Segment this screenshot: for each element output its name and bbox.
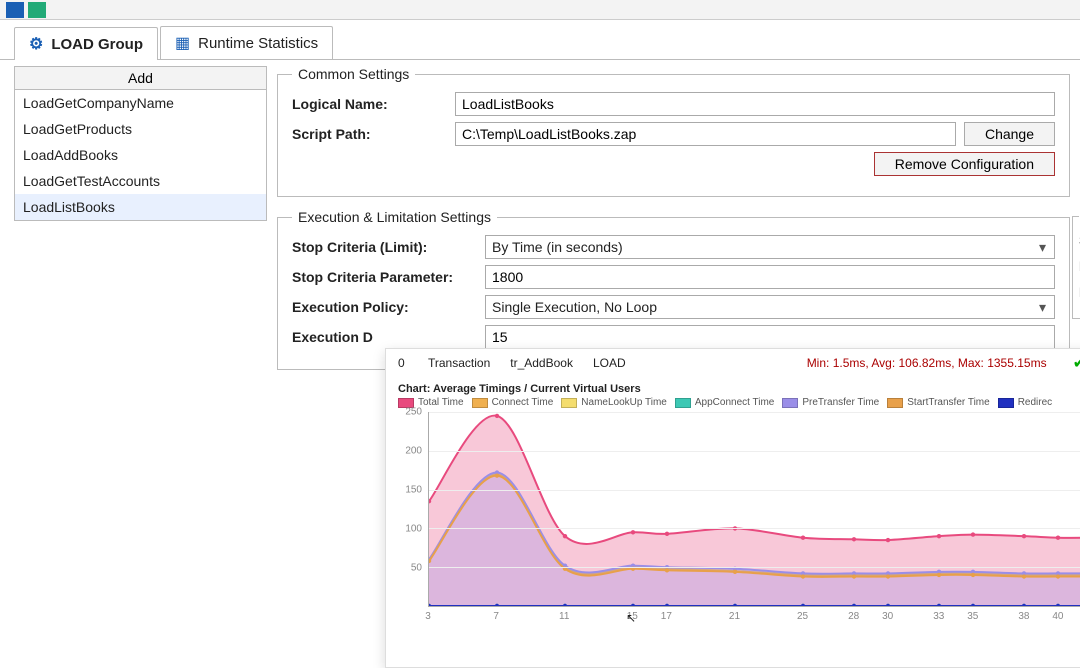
stop-param-input[interactable] <box>485 265 1055 289</box>
x-tick: 3 <box>425 611 431 622</box>
x-tick: 35 <box>967 611 978 622</box>
mouse-cursor-icon: ↖ <box>626 611 636 625</box>
y-tick: 250 <box>405 407 422 418</box>
x-tick: 25 <box>797 611 808 622</box>
legend-swatch <box>675 398 691 408</box>
x-tick: 11 <box>559 611 569 622</box>
toolbar-button[interactable] <box>6 2 24 18</box>
x-tick: 33 <box>933 611 944 622</box>
x-tick: 7 <box>493 611 499 622</box>
legend-item[interactable]: Connect Time <box>472 397 554 408</box>
y-tick: 100 <box>405 524 422 535</box>
row-index: 0 <box>398 356 408 370</box>
legend-swatch <box>472 398 488 408</box>
x-tick: 38 <box>1018 611 1029 622</box>
check-icon: ✔ <box>1067 353 1080 373</box>
legend-item[interactable]: PreTransfer Time <box>782 397 879 408</box>
stop-param-label: Stop Criteria Parameter: <box>292 269 477 285</box>
y-tick: 150 <box>405 485 422 496</box>
common-settings-group: Common Settings Logical Name: Script Pat… <box>277 66 1070 197</box>
legend-item[interactable]: NameLookUp Time <box>561 397 667 408</box>
legend-label: Total Time <box>418 397 464 408</box>
chart-row-header: 0 Transaction tr_AddBook LOAD Min: 1.5ms… <box>386 349 1080 377</box>
list-item[interactable]: LoadAddBooks <box>15 142 266 168</box>
transaction-name: tr_AddBook <box>510 356 573 370</box>
y-tick: 50 <box>411 563 422 574</box>
y-tick: 200 <box>405 446 422 457</box>
legend-label: StartTransfer Time <box>907 397 989 408</box>
tab-load-group[interactable]: ⚙ LOAD Group <box>14 27 158 60</box>
list-item[interactable]: LoadGetTestAccounts <box>15 168 266 194</box>
legend-swatch <box>782 398 798 408</box>
legend-item[interactable]: AppConnect Time <box>675 397 775 408</box>
legend-swatch <box>561 398 577 408</box>
x-tick: 40 <box>1052 611 1063 622</box>
x-tick: 21 <box>729 611 740 622</box>
remove-config-button[interactable]: Remove Configuration <box>874 152 1055 176</box>
grid-icon: ▦ <box>175 33 190 53</box>
script-path-label: Script Path: <box>292 126 447 142</box>
script-path-input[interactable] <box>455 122 956 146</box>
execution-settings-group: Execution & Limitation Settings Stop Cri… <box>277 209 1070 370</box>
logical-name-input[interactable] <box>455 92 1055 116</box>
load-gen-group: Load Ge Strategy Initial Vi Increme <box>1072 208 1080 319</box>
group-legend: Execution & Limitation Settings <box>292 209 497 225</box>
legend-label: Connect Time <box>492 397 554 408</box>
x-tick: 30 <box>882 611 893 622</box>
legend-label: PreTransfer Time <box>802 397 879 408</box>
tab-bar: ⚙ LOAD Group ▦ Runtime Statistics <box>0 20 1080 60</box>
stop-criteria-label: Stop Criteria (Limit): <box>292 239 477 255</box>
legend-swatch <box>998 398 1014 408</box>
stop-criteria-select[interactable]: By Time (in seconds) <box>485 235 1055 259</box>
add-button[interactable]: Add <box>14 66 267 90</box>
timing-stats: Min: 1.5ms, Avg: 106.82ms, Max: 1355.15m… <box>807 356 1047 370</box>
exec-policy-label: Execution Policy: <box>292 299 477 315</box>
list-item[interactable]: LoadGetCompanyName <box>15 90 266 116</box>
group-legend: Common Settings <box>292 66 415 82</box>
exec-delay-label: Execution D <box>292 329 477 345</box>
change-button[interactable]: Change <box>964 122 1055 146</box>
gears-icon: ⚙ <box>29 34 43 54</box>
tab-label: Runtime Statistics <box>198 35 318 52</box>
logical-name-label: Logical Name: <box>292 96 447 112</box>
top-toolbar <box>0 0 1080 20</box>
tab-label: LOAD Group <box>51 36 143 53</box>
col-transaction: Transaction <box>428 356 490 370</box>
legend-label: Redirec <box>1018 397 1052 408</box>
tab-runtime-stats[interactable]: ▦ Runtime Statistics <box>160 26 333 59</box>
sidebar: Add LoadGetCompanyNameLoadGetProductsLoa… <box>0 60 275 660</box>
x-tick: 28 <box>848 611 859 622</box>
legend-item[interactable]: Redirec <box>998 397 1052 408</box>
chart-legend: Total Time Connect Time NameLookUp Time App… <box>386 397 1080 412</box>
legend-label: NameLookUp Time <box>581 397 667 408</box>
toolbar-button[interactable] <box>28 2 46 18</box>
chart-area: 50100150200250 3711151721252830333538404… <box>398 412 1080 627</box>
legend-item[interactable]: StartTransfer Time <box>887 397 989 408</box>
exec-delay-input[interactable] <box>485 325 1055 349</box>
list-item[interactable]: LoadGetProducts <box>15 116 266 142</box>
chart-title: Chart: Average Timings / Current Virtual… <box>386 377 1080 397</box>
col-load: LOAD <box>593 356 626 370</box>
list-item[interactable]: LoadListBooks <box>15 194 266 220</box>
legend-swatch <box>887 398 903 408</box>
legend-label: AppConnect Time <box>695 397 775 408</box>
exec-policy-select[interactable]: Single Execution, No Loop <box>485 295 1055 319</box>
x-tick: 17 <box>661 611 672 622</box>
chart-panel: 0 Transaction tr_AddBook LOAD Min: 1.5ms… <box>385 348 1080 668</box>
load-script-list: LoadGetCompanyNameLoadGetProductsLoadAdd… <box>14 90 267 221</box>
